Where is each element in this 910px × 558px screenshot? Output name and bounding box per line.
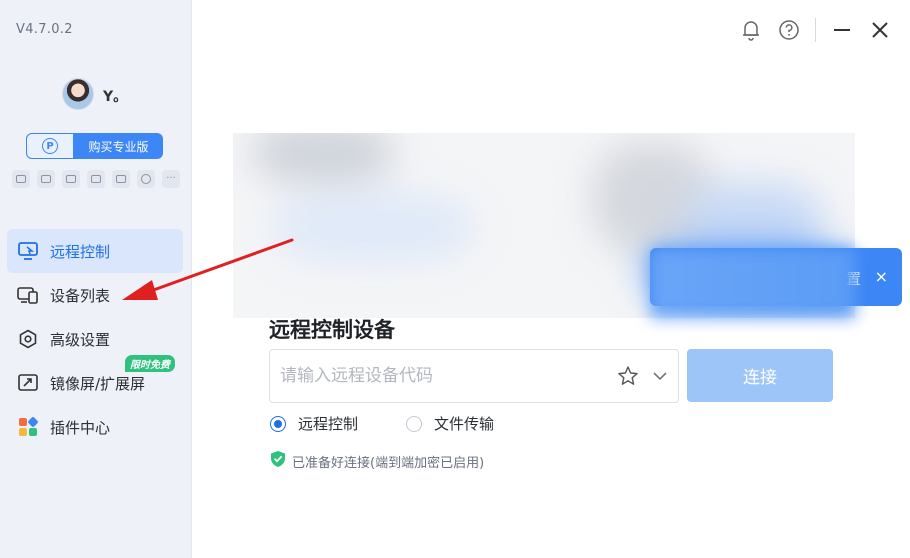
mode-remote-control[interactable]: 远程控制 — [270, 413, 358, 434]
device-code-field[interactable] — [269, 349, 679, 403]
more-icon[interactable]: ··· — [162, 170, 180, 188]
username[interactable]: Y。 — [103, 86, 127, 106]
sidebar: V4.7.0.2 Y。 P 购买专业版 ··· 远程控制 设备列表 高级设置 镜… — [0, 0, 192, 558]
banner-close-icon[interactable]: × — [875, 267, 888, 286]
gamepad-icon[interactable] — [12, 170, 30, 188]
connection-mode-group: 远程控制 文件传输 — [270, 413, 494, 434]
monitor-icon[interactable] — [37, 170, 55, 188]
pro-icon-container: P — [26, 133, 74, 159]
screen-icon[interactable] — [87, 170, 105, 188]
shield-check-icon — [270, 450, 286, 472]
mirror-screen-icon — [17, 372, 39, 394]
chevron-down-icon[interactable] — [646, 362, 674, 390]
version-label: V4.7.0.2 — [16, 22, 73, 37]
help-icon[interactable] — [777, 18, 801, 42]
sidebar-item-device-list[interactable]: 设备列表 — [7, 273, 183, 317]
quick-tools: ··· — [12, 170, 180, 188]
avatar[interactable] — [62, 78, 94, 110]
close-icon[interactable] — [868, 18, 892, 42]
window-controls — [739, 18, 892, 42]
image-icon[interactable] — [62, 170, 80, 188]
section-title: 远程控制设备 — [269, 318, 395, 342]
buy-pro-button[interactable]: P 购买专业版 — [26, 133, 163, 159]
upload-icon[interactable] — [112, 170, 130, 188]
circle-icon[interactable] — [137, 170, 155, 188]
radio-checked-icon — [270, 415, 286, 432]
star-icon[interactable] — [614, 362, 642, 390]
connect-button[interactable]: 连接 — [687, 349, 833, 402]
banner-blur-overlay — [650, 248, 855, 318]
minimize-icon[interactable] — [830, 18, 854, 42]
sidebar-item-label: 镜像屏/扩展屏 — [50, 374, 146, 393]
mode-label: 远程控制 — [298, 415, 359, 433]
mode-file-transfer[interactable]: 文件传输 — [406, 413, 494, 434]
connection-status: 已准备好连接(端到端加密已启用) — [270, 450, 484, 472]
radio-unchecked-icon — [406, 415, 423, 432]
sidebar-nav: 远程控制 设备列表 高级设置 镜像屏/扩展屏 限时免费 插件中心 — [7, 229, 183, 449]
mode-label: 文件传输 — [434, 415, 495, 433]
pro-badge-icon: P — [42, 138, 58, 154]
hexagon-settings-icon — [17, 328, 39, 350]
device-list-icon — [17, 284, 39, 306]
sidebar-item-label: 远程控制 — [50, 242, 111, 261]
device-code-input[interactable] — [270, 350, 614, 402]
plugin-icon — [17, 416, 39, 438]
sidebar-item-plugin-center[interactable]: 插件中心 — [7, 405, 183, 449]
status-text: 已准备好连接(端到端加密已启用) — [292, 455, 485, 471]
sidebar-item-label: 高级设置 — [50, 330, 111, 349]
bell-icon[interactable] — [739, 18, 763, 42]
sidebar-item-label: 设备列表 — [50, 286, 111, 305]
sidebar-item-mirror-screen[interactable]: 镜像屏/扩展屏 限时免费 — [7, 355, 183, 405]
app-window: V4.7.0.2 Y。 P 购买专业版 ··· 远程控制 设备列表 高级设置 镜… — [0, 0, 910, 558]
remote-control-icon — [17, 240, 39, 262]
sidebar-item-label: 插件中心 — [50, 418, 111, 437]
buy-pro-label: 购买专业版 — [88, 139, 149, 154]
sidebar-item-remote-control[interactable]: 远程控制 — [7, 229, 183, 273]
free-badge: 限时免费 — [125, 355, 175, 372]
toolbar-divider — [815, 18, 816, 42]
